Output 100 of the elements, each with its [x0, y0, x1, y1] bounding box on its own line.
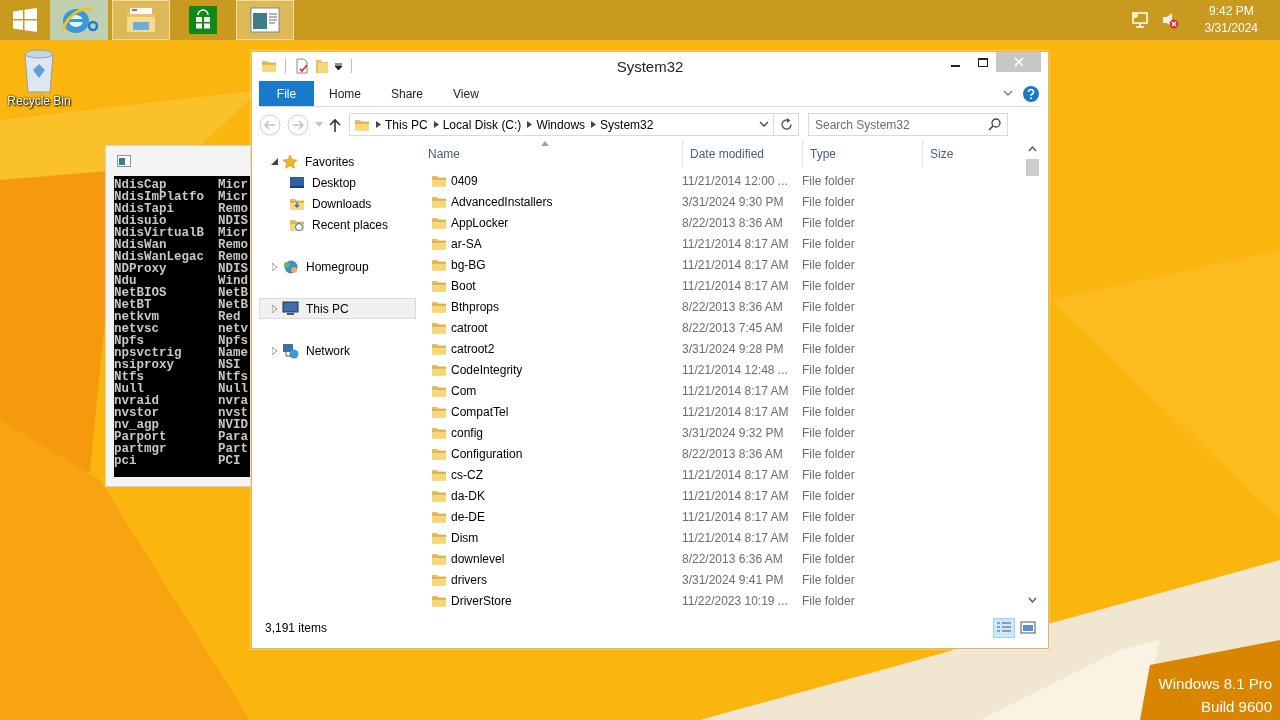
- console-text: Part: [218, 443, 248, 455]
- file-name[interactable]: ar-SA: [451, 236, 482, 251]
- file-name[interactable]: 0409: [451, 173, 478, 188]
- file-menu-tab[interactable]: File: [259, 81, 314, 106]
- view-button[interactable]: [993, 618, 1015, 638]
- column-header[interactable]: Name: [421, 141, 682, 167]
- console-text: NDProxy: [114, 263, 167, 275]
- details-view-icon: [996, 621, 1012, 635]
- file-name[interactable]: drivers: [451, 572, 487, 587]
- folder-icon: [431, 572, 447, 587]
- star-icon: [282, 153, 298, 170]
- build-watermark: Build 9600: [1200, 697, 1272, 717]
- type-cell-text: File folder: [802, 341, 856, 356]
- date-cell-text: 11/21/2014 8:17 AM: [682, 467, 790, 482]
- file-name[interactable]: catroot: [451, 320, 488, 335]
- new-folder-icon[interactable]: [315, 58, 329, 74]
- date-cell-text: 11/21/2014 8:17 AM: [682, 509, 790, 524]
- taskbar-app-button[interactable]: [50, 0, 108, 40]
- up-arrow-icon: [329, 117, 341, 132]
- file-name[interactable]: AdvancedInstallers: [451, 194, 553, 209]
- type-cell-text: File folder: [802, 173, 856, 188]
- file-name[interactable]: config: [451, 425, 484, 440]
- ribbon-tab[interactable]: Home: [314, 81, 376, 106]
- up-button[interactable]: [329, 117, 341, 132]
- file-name[interactable]: Dism: [451, 530, 479, 545]
- file-name[interactable]: da-DK: [451, 488, 485, 503]
- date-cell-text: 3/31/2024 9:41 PM: [682, 572, 785, 587]
- nav-item[interactable]: Homegroup: [259, 256, 416, 277]
- dropdown-arrow-icon[interactable]: [334, 61, 343, 71]
- taskbar-app-button[interactable]: [236, 0, 294, 40]
- folder-icon: [431, 425, 447, 440]
- breadcrumb-item[interactable]: Windows: [532, 117, 592, 132]
- expand-ribbon-icon[interactable]: [1003, 90, 1013, 97]
- console-text: NDIS: [218, 263, 248, 275]
- store-icon: [189, 6, 217, 34]
- collapsed-arrow-icon[interactable]: [271, 304, 277, 313]
- taskbar-app-button[interactable]: [112, 0, 170, 40]
- item-count: 3,191 items: [265, 621, 328, 635]
- type-cell-text: File folder: [802, 362, 856, 377]
- column-header[interactable]: Size: [922, 141, 1012, 167]
- collapsed-arrow-icon[interactable]: [271, 346, 277, 355]
- file-name[interactable]: AppLocker: [451, 215, 509, 230]
- file-name[interactable]: downlevel: [451, 551, 505, 566]
- nav-item[interactable]: Desktop: [259, 172, 416, 193]
- chevron-down-icon[interactable]: [759, 121, 769, 128]
- file-name[interactable]: CompatTel: [451, 404, 509, 419]
- folder-icon: [431, 341, 447, 356]
- ribbon-tab[interactable]: View: [438, 81, 494, 106]
- ribbon-tab[interactable]: Share: [376, 81, 439, 106]
- collapsed-arrow-icon[interactable]: [271, 262, 277, 271]
- date-cell-text: 3/31/2024 9:30 PM: [682, 194, 785, 209]
- file-name[interactable]: DriverStore: [451, 593, 512, 608]
- console-text: Null: [114, 383, 144, 395]
- file-name[interactable]: de-DE: [451, 509, 485, 524]
- file-name[interactable]: CodeIntegrity: [451, 362, 523, 377]
- nav-item[interactable]: Favorites: [259, 151, 416, 172]
- help-icon[interactable]: [1023, 85, 1039, 102]
- console-text: NetBT: [114, 299, 152, 311]
- console-text: pci: [114, 455, 137, 467]
- file-name[interactable]: Boot: [451, 278, 476, 293]
- type-cell-text: File folder: [802, 425, 856, 440]
- expanded-arrow-icon[interactable]: [270, 158, 278, 165]
- nav-item[interactable]: This PC: [259, 298, 416, 319]
- file-name[interactable]: bg-BG: [451, 257, 486, 272]
- file-name[interactable]: catroot2: [451, 341, 495, 356]
- type-cell-text: File folder: [802, 194, 856, 209]
- breadcrumb-item[interactable]: This PC: [381, 117, 434, 132]
- nav-item[interactable]: Recent places: [259, 214, 416, 235]
- file-name[interactable]: Configuration: [451, 446, 523, 461]
- breadcrumb-item[interactable]: System32: [596, 117, 660, 132]
- address-bar[interactable]: This PC Local Disk (C:) Windows System32: [349, 113, 799, 136]
- type-cell-text: File folder: [802, 278, 856, 293]
- column-header[interactable]: Date modified: [682, 141, 802, 167]
- file-name[interactable]: Com: [451, 383, 477, 398]
- console-text: Ndisuio: [114, 215, 167, 227]
- nav-item[interactable]: Downloads: [259, 193, 416, 214]
- nav-item[interactable]: Network: [259, 340, 416, 361]
- desktop-icon: [289, 175, 305, 190]
- file-name[interactable]: cs-CZ: [451, 467, 483, 482]
- search-field[interactable]: Search System32: [808, 113, 1008, 136]
- type-cell-text: File folder: [802, 530, 856, 545]
- folder-icon: [431, 509, 447, 524]
- network-icon: [282, 342, 299, 359]
- file-name[interactable]: Bthprops: [451, 299, 500, 314]
- console-text: nvra: [218, 395, 248, 407]
- column-header[interactable]: Type: [802, 141, 922, 167]
- console-text: Wind: [218, 275, 248, 287]
- downloads-folder-icon: [289, 196, 305, 211]
- folder-icon: [431, 320, 447, 335]
- speaker-muted-icon[interactable]: [1160, 11, 1179, 29]
- recent-locations-button[interactable]: [315, 122, 323, 127]
- console-window-icon: [250, 7, 280, 33]
- console-text: Name: [218, 347, 248, 359]
- console-text: netkvm: [114, 311, 160, 323]
- folder-icon[interactable]: [261, 58, 277, 74]
- console-text: NVID: [218, 419, 248, 431]
- properties-icon[interactable]: [294, 58, 310, 74]
- network-icon[interactable]: [1130, 11, 1149, 29]
- breadcrumb-item[interactable]: Local Disk (C:): [438, 117, 528, 132]
- date-cell-text: 11/21/2014 8:17 AM: [682, 278, 790, 293]
